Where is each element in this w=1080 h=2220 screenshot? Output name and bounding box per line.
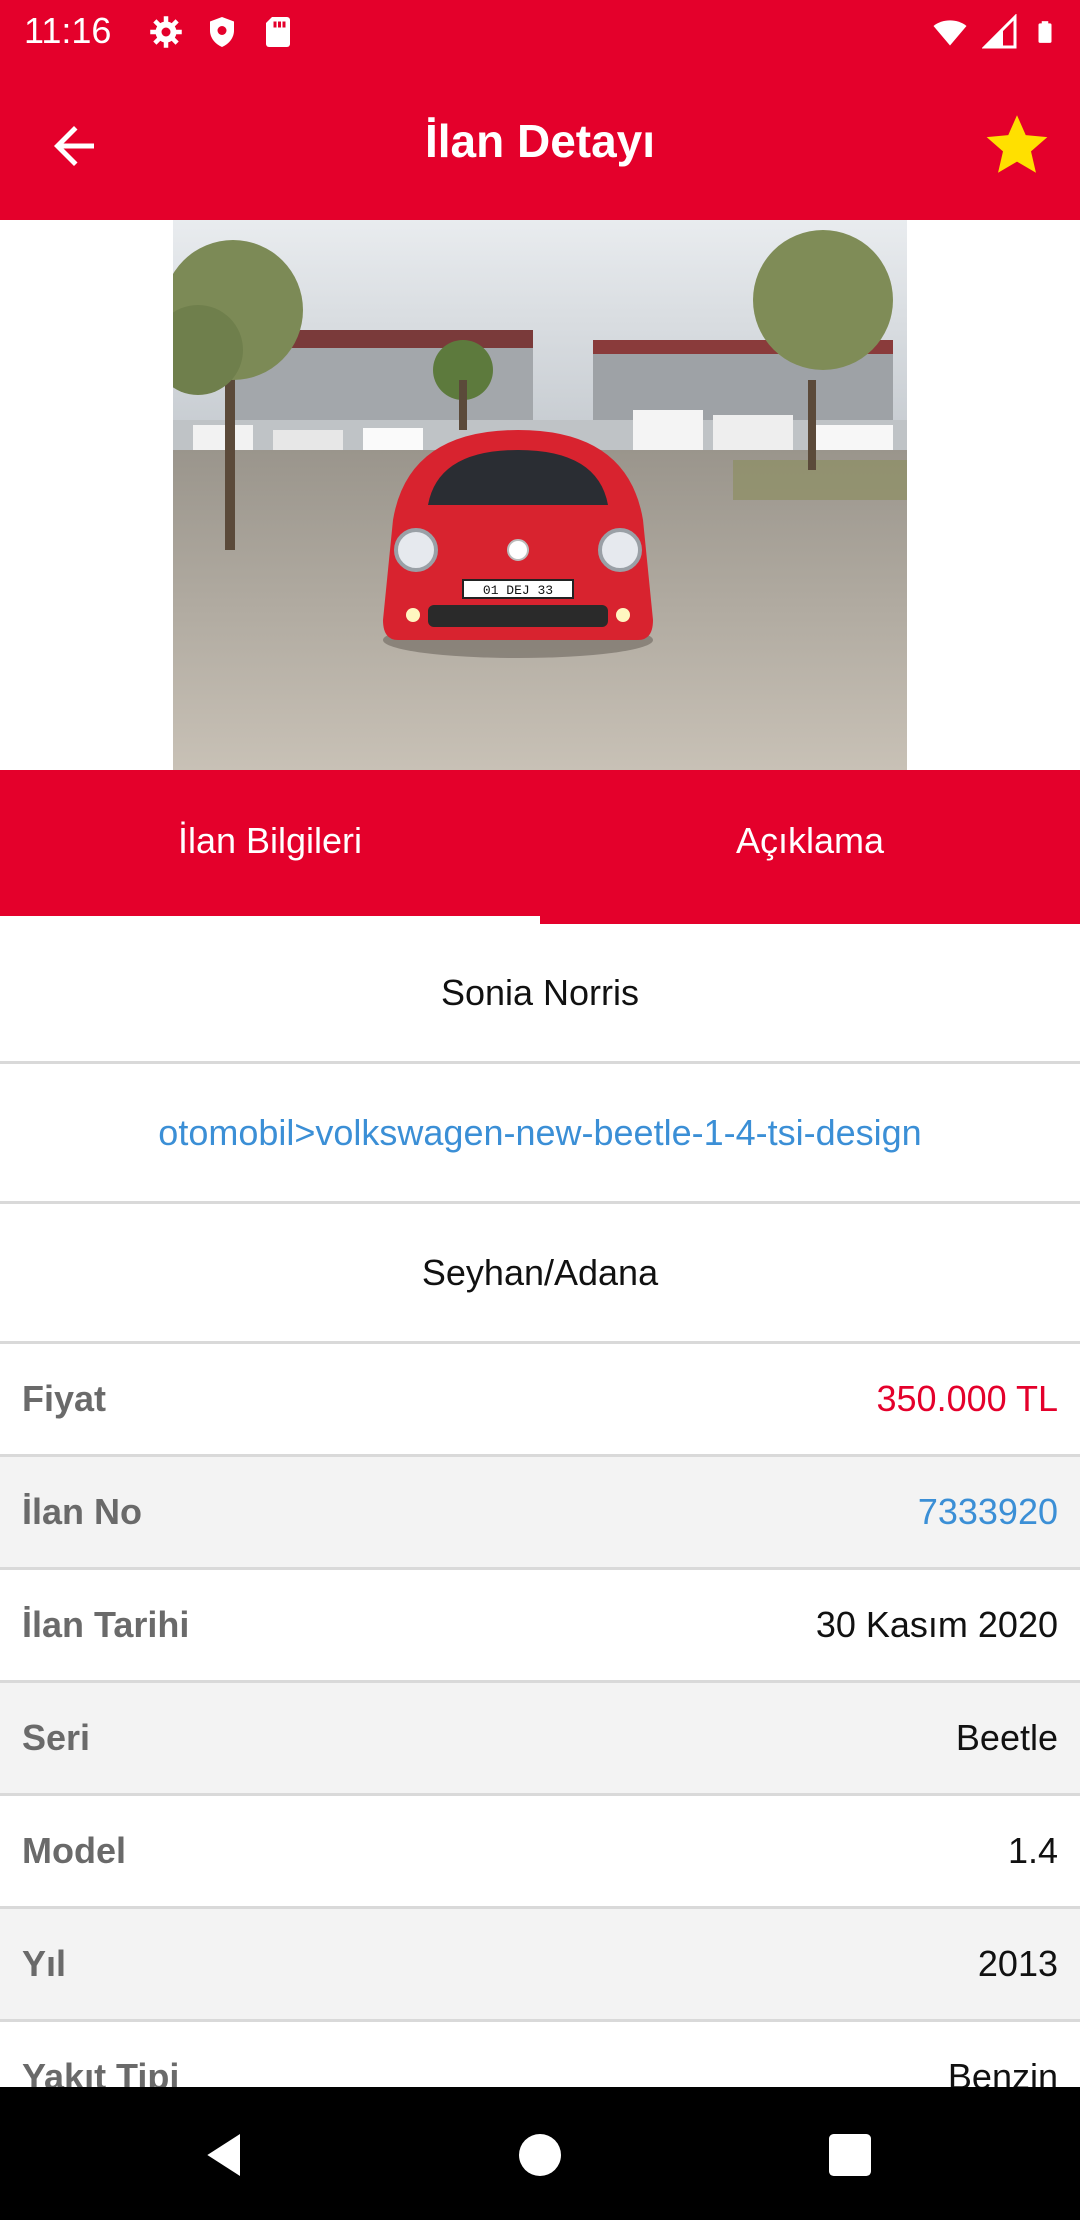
listing-photo[interactable]: 01 DEJ 33 xyxy=(173,220,907,770)
status-bar: 11:16 xyxy=(0,0,1080,66)
battery-icon xyxy=(1038,21,1052,43)
star-icon[interactable] xyxy=(982,110,1052,180)
page-title: İlan Detayı xyxy=(424,115,656,167)
model-value: 1.4 xyxy=(1007,1830,1058,1871)
tab-bar: İlan Bilgileri Açıklama xyxy=(0,770,1080,924)
detail-row-year: Yıl 2013 xyxy=(0,1909,1080,2022)
tab-label: Açıklama xyxy=(735,820,885,861)
year-value: 2013 xyxy=(977,1943,1058,1984)
gear-icon xyxy=(150,16,182,48)
tab-aciklama[interactable]: Açıklama xyxy=(540,770,1080,924)
listing-date-value: 30 Kasım 2020 xyxy=(815,1604,1058,1645)
seller-name-row: Sonia Norris xyxy=(0,924,1080,1064)
tab-ilan-bilgileri[interactable]: İlan Bilgileri xyxy=(0,770,540,924)
detail-label: İlan Tarihi xyxy=(22,1604,190,1645)
wifi-icon xyxy=(933,20,967,46)
series-value: Beetle xyxy=(955,1717,1058,1758)
status-left-icons xyxy=(148,14,296,50)
category-link-row[interactable]: otomobil>volkswagen-new-beetle-1-4-tsi-d… xyxy=(0,1064,1080,1204)
status-right-icons xyxy=(932,14,1058,50)
category-link[interactable]: otomobil>volkswagen-new-beetle-1-4-tsi-d… xyxy=(158,1112,921,1154)
detail-row-listing-date: İlan Tarihi 30 Kasım 2020 xyxy=(0,1570,1080,1683)
location: Seyhan/Adana xyxy=(421,1251,659,1293)
back-triangle-icon[interactable] xyxy=(198,2127,254,2183)
system-nav-bar xyxy=(0,2087,1080,2220)
detail-label: İlan No xyxy=(22,1491,143,1532)
signal-icon xyxy=(982,14,1017,49)
detail-label: Yıl xyxy=(22,1943,67,1984)
listing-number-value[interactable]: 7333920 xyxy=(918,1491,1058,1533)
detail-row-listing-no: İlan No 7333920 xyxy=(0,1457,1080,1570)
recents-square-icon[interactable] xyxy=(822,2127,878,2183)
detail-row-model: Model 1.4 xyxy=(0,1796,1080,1909)
location-row: Seyhan/Adana xyxy=(0,1204,1080,1344)
seller-name: Sonia Norris xyxy=(440,971,640,1013)
tab-label: İlan Bilgileri xyxy=(177,820,363,861)
app-bar: İlan Detayı xyxy=(0,66,1080,220)
shield-icon xyxy=(210,17,234,47)
price-value: 350.000 TL xyxy=(876,1378,1059,1419)
detail-label: Fiyat xyxy=(22,1378,107,1419)
detail-label: Model xyxy=(22,1830,126,1871)
license-plate: 01 DEJ 33 xyxy=(483,583,553,598)
status-time: 11:16 xyxy=(24,10,112,51)
listing-details: Sonia Norris otomobil>volkswagen-new-bee… xyxy=(0,924,1080,2135)
detail-row-series: Seri Beetle xyxy=(0,1683,1080,1796)
sd-card-icon xyxy=(266,17,290,47)
home-circle-icon[interactable] xyxy=(512,2127,568,2183)
tab-selected-indicator xyxy=(0,916,540,924)
detail-label: Seri xyxy=(22,1717,91,1758)
car-photo-illustration: 01 DEJ 33 xyxy=(173,220,907,770)
detail-row-price: Fiyat 350.000 TL xyxy=(0,1344,1080,1457)
